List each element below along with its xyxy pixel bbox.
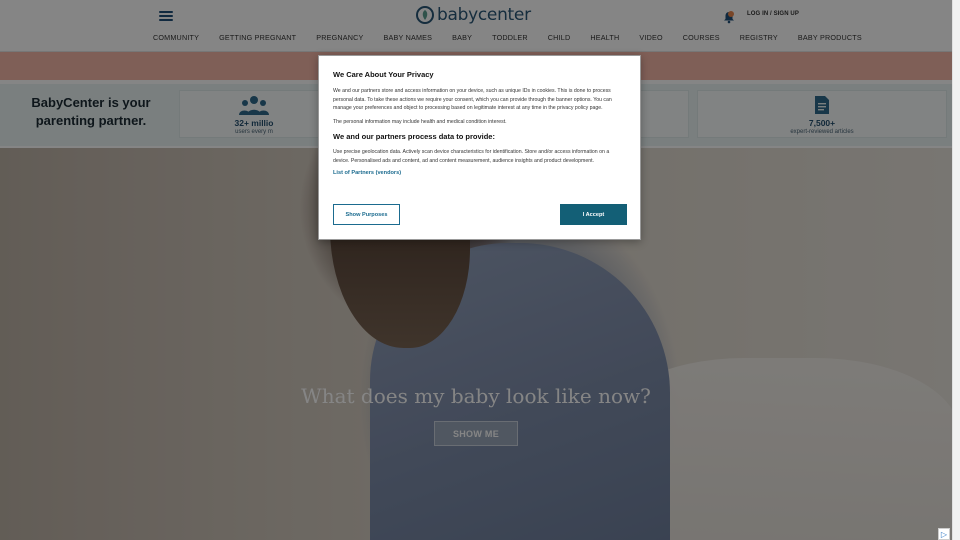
accept-button[interactable]: I Accept [560, 204, 627, 225]
consent-paragraph-2: The personal information may include hea… [333, 118, 507, 125]
show-purposes-button[interactable]: Show Purposes [333, 204, 400, 225]
consent-paragraph-3: Use precise geolocation data. Actively s… [333, 149, 610, 164]
consent-paragraph-1: We and our partners store and access inf… [333, 88, 612, 111]
consent-subtitle: We and our partners process data to prov… [333, 132, 495, 141]
partners-list-link[interactable]: List of Partners (vendors) [333, 170, 626, 176]
page-scrollbar[interactable] [952, 0, 960, 540]
consent-title: We Care About Your Privacy [333, 70, 434, 79]
ad-choices-icon[interactable]: ▷ [938, 528, 950, 540]
privacy-consent-dialog: We Care About Your Privacy We and our pa… [318, 55, 641, 240]
